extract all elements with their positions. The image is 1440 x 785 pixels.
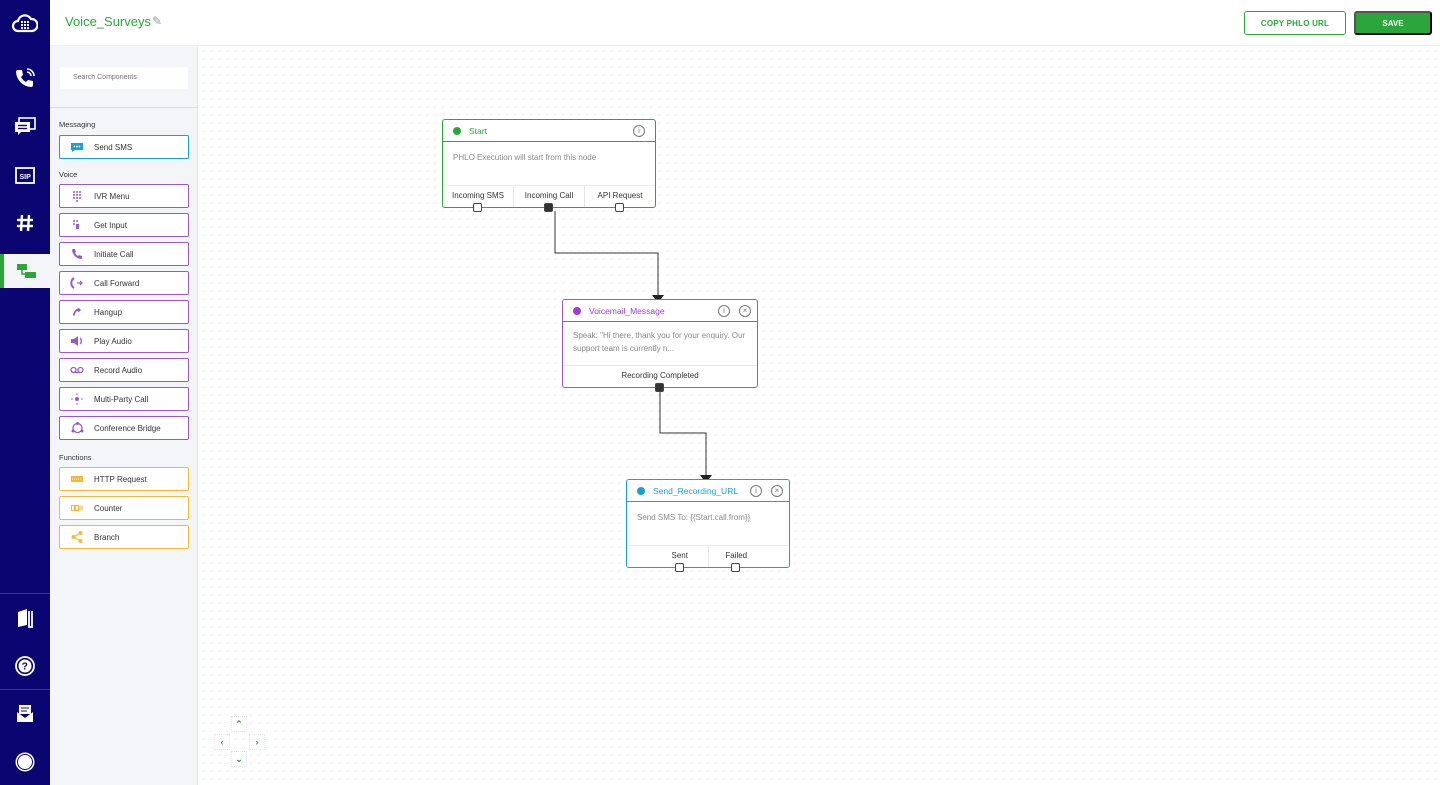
- status-dot: [453, 126, 461, 135]
- status-dot: [637, 486, 645, 495]
- connector-voicemail-to-sms: [659, 391, 707, 475]
- port-sent: Sent: [652, 546, 708, 572]
- port-handle[interactable]: [544, 203, 553, 212]
- close-icon[interactable]: ×: [771, 485, 783, 497]
- node-description: PHLO Execution will start from this node: [453, 153, 597, 162]
- node-header: Voicemail_Message i ×: [563, 300, 757, 322]
- connector-start-to-voicemail: [554, 211, 659, 295]
- node-start[interactable]: Start i PHLO Execution will start from t…: [442, 119, 656, 212]
- node-ports: Recording Completed: [563, 365, 757, 392]
- node-send-recording-url[interactable]: Send_Recording_URL i × Send SMS To: {{St…: [626, 479, 790, 572]
- port-incoming-call: Incoming Call: [513, 186, 584, 212]
- pan-down-button[interactable]: ⌄: [231, 751, 247, 767]
- node-title: Send_Recording_URL: [653, 485, 739, 496]
- port-recording-completed: Recording Completed: [563, 366, 757, 392]
- port-api-request: API Request: [584, 186, 655, 212]
- port-label: Incoming Call: [524, 191, 574, 200]
- node-description: Speak: "Hi there, thank you for your enq…: [573, 331, 746, 353]
- port-handle[interactable]: [731, 563, 741, 572]
- port-label: API Request: [597, 191, 643, 200]
- node-header: Start i: [443, 120, 655, 142]
- port-handle[interactable]: [473, 203, 482, 212]
- port-incoming-sms: Incoming SMS: [443, 186, 513, 212]
- pan-right-button[interactable]: ›: [249, 734, 265, 750]
- pan-up-button[interactable]: ⌃: [231, 716, 247, 732]
- port-handle[interactable]: [674, 563, 684, 572]
- info-icon[interactable]: i: [718, 305, 730, 317]
- node-header: Send_Recording_URL i ×: [627, 480, 789, 502]
- port-handle[interactable]: [615, 203, 624, 212]
- port-label: Failed: [725, 551, 748, 560]
- port-failed: Failed: [707, 546, 765, 572]
- port-label: Incoming SMS: [451, 191, 505, 200]
- node-voicemail-message[interactable]: Voicemail_Message i × Speak: "Hi there, …: [562, 299, 758, 392]
- node-title: Start: [469, 125, 487, 136]
- pan-left-button[interactable]: ‹: [214, 734, 230, 750]
- port-handle[interactable]: [655, 383, 664, 392]
- node-ports: Incoming SMS Incoming Call API Request: [443, 185, 655, 212]
- info-icon[interactable]: i: [633, 125, 645, 137]
- close-icon[interactable]: ×: [739, 305, 751, 317]
- status-dot: [573, 306, 581, 315]
- port-label: Sent: [671, 551, 688, 560]
- node-title: Voicemail_Message: [589, 305, 665, 316]
- connector-layer: [554, 211, 712, 483]
- info-icon[interactable]: i: [750, 485, 762, 497]
- node-description: Send SMS To: {{Start.call.from}}: [637, 513, 751, 522]
- port-label: Recording Completed: [621, 371, 699, 380]
- node-ports: Sent Failed: [627, 545, 789, 572]
